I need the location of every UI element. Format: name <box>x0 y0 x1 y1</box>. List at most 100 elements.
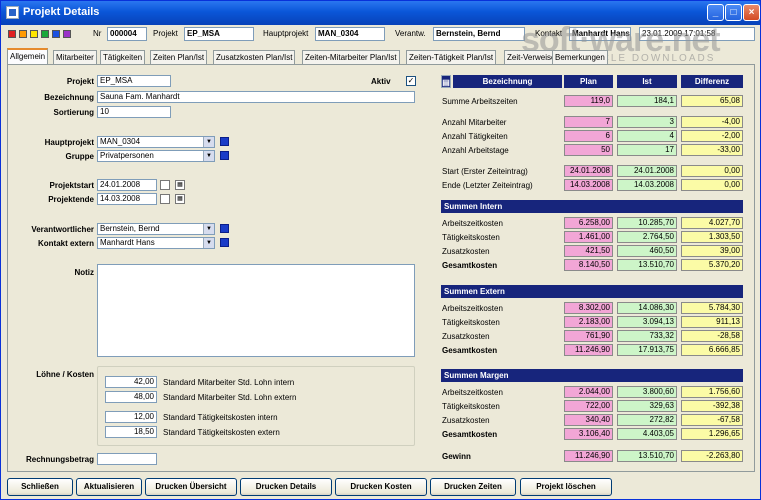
aktiv-checkbox[interactable]: ✓ <box>406 76 416 86</box>
projekt-loeschen-button[interactable]: Projekt löschen <box>520 478 612 496</box>
summary-plan-cell: 3.106,40 <box>564 428 613 440</box>
calendar-icon[interactable]: ▦ <box>175 180 185 190</box>
drucken-zeiten-button[interactable]: Drucken Zeiten <box>430 478 516 496</box>
aktualisieren-button[interactable]: Aktualisieren <box>76 478 142 496</box>
notiz-textarea[interactable] <box>97 264 415 357</box>
verantwortlicher-open-button[interactable] <box>220 224 229 233</box>
summary-row-label: Anzahl Arbeitstage <box>442 146 509 155</box>
kontakt-extern-open-button[interactable] <box>220 238 229 247</box>
app-icon <box>6 6 19 19</box>
maximize-button[interactable]: □ <box>725 4 742 21</box>
gruppe-open-button[interactable] <box>220 151 229 160</box>
rate-input[interactable]: 18,50 <box>105 426 157 438</box>
verantwortlicher-label: Verantwortlicher <box>31 225 94 234</box>
projektstart-input[interactable]: 24.01.2008 <box>97 179 157 191</box>
projektstart-picker-button[interactable] <box>160 180 170 190</box>
rate-label: Standard Mitarbeiter Std. Lohn extern <box>163 393 297 402</box>
projektende-label: Projektende <box>48 195 94 204</box>
kontakt-extern-value: Manhardt Hans <box>100 238 155 247</box>
color-square[interactable] <box>41 30 49 38</box>
schliessen-button[interactable]: Schließen <box>7 478 73 496</box>
drucken-uebersicht-button[interactable]: Drucken Übersicht <box>145 478 237 496</box>
tab-zeiten-taetigkeit-plan-ist[interactable]: Zeiten-Tätigkeit Plan/Ist <box>406 50 497 64</box>
hauptprojekt-select[interactable]: MAN_0304 ▼ <box>97 136 215 148</box>
summary-row-label: Ende (Letzter Zeiteintrag) <box>442 181 533 190</box>
summary-row-label: Zusatzkosten <box>442 247 490 256</box>
projektende-picker-button[interactable] <box>160 194 170 204</box>
color-square[interactable] <box>63 30 71 38</box>
section-header: Summen Margen <box>441 369 743 382</box>
summary-row-label: Start (Erster Zeiteintrag) <box>442 167 528 176</box>
summary-plan-cell: 6 <box>564 130 613 142</box>
sortierung-input[interactable]: 10 <box>97 106 171 118</box>
summary-diff-cell: 0,00 <box>681 179 743 191</box>
tab-mitarbeiter[interactable]: Mitarbeiter <box>53 50 97 64</box>
tab-bemerkungen[interactable]: Bemerkungen <box>552 50 608 64</box>
tab-zeiten-plan-ist[interactable]: Zeiten Plan/Ist <box>150 50 208 64</box>
summary-row-label: Tätigkeitskosten <box>442 318 500 327</box>
minimize-button[interactable]: _ <box>707 4 724 21</box>
kontakt-extern-select[interactable]: Manhardt Hans ▼ <box>97 237 215 249</box>
summary-diff-cell: 5.370,20 <box>681 259 743 271</box>
tab-zeit-verweise[interactable]: Zeit-Verweise <box>504 50 559 64</box>
projektstart-label: Projektstart <box>49 181 94 190</box>
close-button[interactable]: × <box>743 4 760 21</box>
tab-zusatzkosten-plan-ist[interactable]: Zusatzkosten Plan/Ist <box>213 50 296 64</box>
drucken-kosten-button[interactable]: Drucken Kosten <box>335 478 427 496</box>
projekt-label: Projekt <box>66 77 94 86</box>
summary-diff-cell: 4.027,70 <box>681 217 743 229</box>
header-hauptprojekt-field: MAN_0304 <box>315 27 385 41</box>
tab-taetigkeiten[interactable]: Tätigkeiten <box>100 50 146 64</box>
projektende-input[interactable]: 14.03.2008 <box>97 193 157 205</box>
gruppe-select[interactable]: Privatpersonen ▼ <box>97 150 215 162</box>
summary-ist-cell: 10.285,70 <box>617 217 677 229</box>
summary-plan-cell: 340,40 <box>564 414 613 426</box>
summary-diff-cell: -392,38 <box>681 400 743 412</box>
hauptprojekt-open-button[interactable] <box>220 137 229 146</box>
chevron-down-icon[interactable]: ▼ <box>203 224 214 234</box>
verantwortlicher-select[interactable]: Bernstein, Bernd ▼ <box>97 223 215 235</box>
rate-label: Standard Tätigkeitskosten intern <box>163 413 278 422</box>
tab-allgemein[interactable]: Allgemein <box>7 48 49 65</box>
project-details-window: Projekt Details _ □ × Nr 000004 Projekt … <box>0 0 761 500</box>
color-square[interactable] <box>30 30 38 38</box>
summary-ist-cell: 329,63 <box>617 400 677 412</box>
rechnungsbetrag-input[interactable] <box>97 453 157 465</box>
summary-diff-cell: -2,00 <box>681 130 743 142</box>
rate-input[interactable]: 48,00 <box>105 391 157 403</box>
summary-diff-cell: 6.666,85 <box>681 344 743 356</box>
chevron-down-icon[interactable]: ▼ <box>203 137 214 147</box>
drucken-details-button[interactable]: Drucken Details <box>240 478 332 496</box>
summary-ist-cell: 14.086,30 <box>617 302 677 314</box>
header-hauptprojekt-label: Hauptprojekt <box>263 29 309 38</box>
header-verantw-label: Verantw. <box>395 29 426 38</box>
rate-input[interactable]: 42,00 <box>105 376 157 388</box>
color-square[interactable] <box>8 30 16 38</box>
summary-plan-cell: 119,0 <box>564 95 613 107</box>
rate-input[interactable]: 12,00 <box>105 411 157 423</box>
col-header-plan: Plan <box>564 75 613 88</box>
summary-diff-cell: -2.263,80 <box>681 450 743 462</box>
header-verantw-field: Bernstein, Bernd <box>433 27 525 41</box>
color-square[interactable] <box>19 30 27 38</box>
header-projekt-label: Projekt <box>153 29 178 38</box>
chevron-down-icon[interactable]: ▼ <box>203 151 214 161</box>
rate-label: Standard Tätigkeitskosten extern <box>163 428 280 437</box>
color-square[interactable] <box>52 30 60 38</box>
projekt-input[interactable]: EP_MSA <box>97 75 171 87</box>
summary-ist-cell: 2.764,50 <box>617 231 677 243</box>
summary-row-label: Gesamtkosten <box>442 261 498 270</box>
section-header: Summen Intern <box>441 200 743 213</box>
notiz-label: Notiz <box>74 268 94 277</box>
tab-zeiten-mitarbeiter-plan-ist[interactable]: Zeiten-Mitarbeiter Plan/Ist <box>302 50 400 64</box>
calendar-icon[interactable]: ▦ <box>175 194 185 204</box>
chevron-down-icon[interactable]: ▼ <box>203 238 214 248</box>
hauptprojekt-label: Hauptprojekt <box>44 138 94 147</box>
summary-row-label: Gesamtkosten <box>442 346 498 355</box>
grid-menu-icon[interactable]: ▤ <box>441 75 451 88</box>
hauptprojekt-value: MAN_0304 <box>100 137 141 146</box>
summary-ist-cell: 733,32 <box>617 330 677 342</box>
bezeichnung-input[interactable]: Sauna Fam. Manhardt <box>97 91 415 103</box>
summary-row-label: Arbeitszeitkosten <box>442 304 503 313</box>
summary-plan-cell: 11.246,90 <box>564 450 613 462</box>
